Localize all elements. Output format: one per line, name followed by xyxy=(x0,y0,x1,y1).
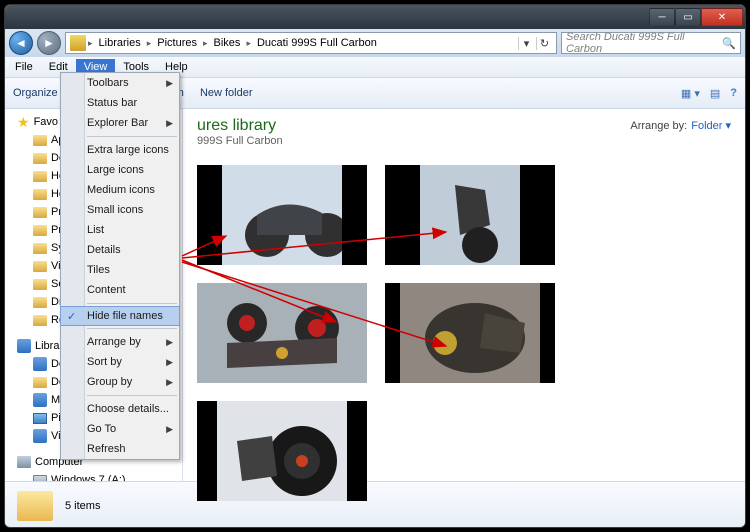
menu-item-list[interactable]: List xyxy=(61,220,179,240)
thumbnails xyxy=(183,151,745,515)
menu-file[interactable]: File xyxy=(7,59,41,75)
computer-icon xyxy=(17,456,31,468)
menu-item-arrange-by[interactable]: Arrange by▶ xyxy=(61,332,179,352)
thumbnail-item[interactable] xyxy=(197,283,367,383)
pic-icon xyxy=(33,413,47,424)
library-subtitle: 999S Full Carbon xyxy=(197,135,731,147)
menu-item-medium-icons[interactable]: Medium icons xyxy=(61,180,179,200)
folder-icon xyxy=(33,225,47,236)
libraries-icon xyxy=(17,339,31,353)
search-placeholder: Search Ducati 999S Full Carbon xyxy=(566,31,722,55)
folder-icon xyxy=(33,171,47,182)
minimize-button[interactable]: ─ xyxy=(649,8,675,26)
content-pane[interactable]: ures library 999S Full Carbon Arrange by… xyxy=(183,109,745,481)
menu-item-choose-details-[interactable]: Choose details... xyxy=(61,399,179,419)
menu-item-explorer-bar[interactable]: Explorer Bar▶ xyxy=(61,113,179,133)
folder-icon xyxy=(33,377,47,388)
breadcrumb[interactable]: ▸ Libraries▸ Pictures▸ Bikes▸ Ducati 999… xyxy=(65,32,557,54)
close-button[interactable]: ✕ xyxy=(701,8,743,26)
folder-icon xyxy=(33,315,47,326)
preview-pane-icon[interactable]: ▤ xyxy=(710,87,720,100)
address-bar: ◄ ► ▸ Libraries▸ Pictures▸ Bikes▸ Ducati… xyxy=(5,29,745,57)
item-count: 5 items xyxy=(65,500,100,512)
menu-item-status-bar[interactable]: Status bar xyxy=(61,93,179,113)
thumbnail-item[interactable] xyxy=(385,165,555,265)
menu-item-sort-by[interactable]: Sort by▶ xyxy=(61,352,179,372)
menu-item-toolbars[interactable]: Toolbars▶ xyxy=(61,73,179,93)
maximize-button[interactable]: ▭ xyxy=(675,8,701,26)
breadcrumb-item[interactable]: Bikes xyxy=(210,37,245,49)
nav-item[interactable]: Windows 7 (A:) xyxy=(5,471,182,481)
breadcrumb-item[interactable]: Ducati 999S Full Carbon xyxy=(253,37,381,49)
new-folder-button[interactable]: New folder xyxy=(200,87,253,99)
folder-icon xyxy=(70,35,86,51)
folder-icon xyxy=(33,189,47,200)
folder-icon xyxy=(33,207,47,218)
menu-item-go-to[interactable]: Go To▶ xyxy=(61,419,179,439)
drive-icon xyxy=(33,475,47,481)
star-icon: ★ xyxy=(17,114,30,131)
back-button[interactable]: ◄ xyxy=(9,31,33,55)
folder-icon xyxy=(33,297,47,308)
menu-item-small-icons[interactable]: Small icons xyxy=(61,200,179,220)
menu-item-extra-large-icons[interactable]: Extra large icons xyxy=(61,140,179,160)
menu-item-group-by[interactable]: Group by▶ xyxy=(61,372,179,392)
menu-item-details[interactable]: Details xyxy=(61,240,179,260)
menu-item-content[interactable]: Content xyxy=(61,280,179,300)
search-input[interactable]: Search Ducati 999S Full Carbon 🔍 xyxy=(561,32,741,54)
breadcrumb-dropdown[interactable]: ▾ xyxy=(518,37,534,50)
refresh-icon[interactable]: ↻ xyxy=(536,37,552,50)
folder-icon xyxy=(17,491,53,521)
folder-icon xyxy=(33,243,47,254)
menu-item-refresh[interactable]: Refresh xyxy=(61,439,179,459)
folder-icon xyxy=(33,279,47,290)
thumbnail-item[interactable] xyxy=(197,165,367,265)
menu-item-large-icons[interactable]: Large icons xyxy=(61,160,179,180)
thumbnail-item[interactable] xyxy=(385,283,555,383)
breadcrumb-item[interactable]: Libraries xyxy=(95,37,145,49)
breadcrumb-item[interactable]: Pictures xyxy=(153,37,201,49)
search-icon[interactable]: 🔍 xyxy=(722,37,736,50)
arrange-by: Arrange by: Folder ▾ xyxy=(630,119,731,132)
lib-icon xyxy=(33,357,47,371)
lib-icon xyxy=(33,393,47,407)
view-menu-dropdown[interactable]: Toolbars▶Status barExplorer Bar▶ Extra la… xyxy=(60,72,180,460)
menu-item-tiles[interactable]: Tiles xyxy=(61,260,179,280)
folder-icon xyxy=(33,135,47,146)
folder-icon xyxy=(33,153,47,164)
lib-icon xyxy=(33,429,47,443)
thumbnail-item[interactable] xyxy=(197,401,367,501)
help-icon[interactable]: ? xyxy=(730,87,737,99)
titlebar[interactable]: ─ ▭ ✕ xyxy=(5,5,745,29)
forward-button[interactable]: ► xyxy=(37,31,61,55)
view-mode-icon[interactable]: ▦ ▾ xyxy=(681,87,700,100)
arrange-by-value[interactable]: Folder ▾ xyxy=(691,119,731,132)
folder-icon xyxy=(33,261,47,272)
menu-item-hide-file-names[interactable]: ✓Hide file names xyxy=(60,306,180,326)
